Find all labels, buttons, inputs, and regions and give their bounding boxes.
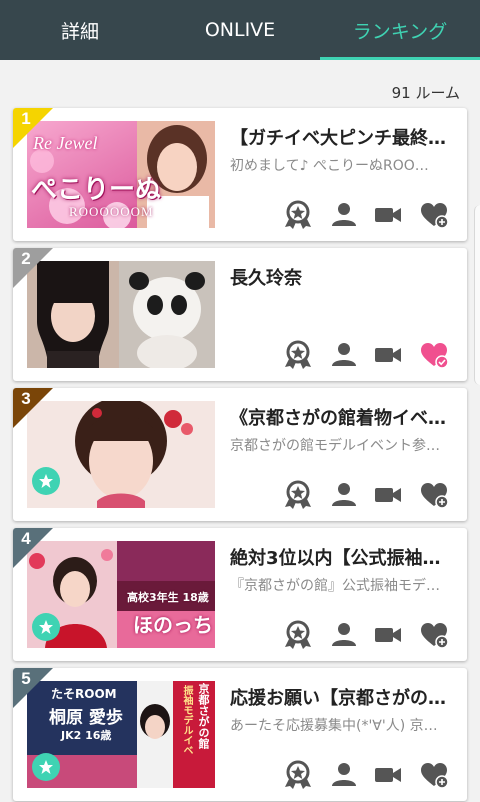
- room-list: Re Jewel ぺこりーぬ ROOOOOOM 1 【ガチイベ大ピンチ最終… 初…: [0, 108, 480, 802]
- room-title[interactable]: 【ガチイベ大ピンチ最終…: [230, 124, 458, 150]
- room-subtitle: 初めまして♪ ぺこりーぬROO…: [230, 158, 429, 174]
- room-subtitle: あーたそ応援募集中(*'∀'人) 京…: [230, 718, 438, 734]
- room-actions: [283, 620, 463, 652]
- tab-bar: 詳細 ONLIVE ランキング: [0, 0, 480, 60]
- room-actions: [283, 340, 463, 372]
- person-icon[interactable]: [329, 620, 359, 650]
- person-icon[interactable]: [329, 760, 359, 790]
- scroll-edge-handle[interactable]: [474, 205, 480, 385]
- favorite-add-icon[interactable]: [419, 480, 449, 510]
- thumb-text-grade: JK2 16歳: [61, 729, 112, 742]
- room-thumbnail[interactable]: 高校3年生 18歳 ほのっち: [27, 541, 215, 648]
- ranking-medal-icon[interactable]: [283, 200, 313, 230]
- room-subtitle: 『京都さがの館』公式振袖モデ…: [230, 578, 440, 594]
- thumb-text-name: 桐原 愛歩: [49, 708, 123, 728]
- room-actions: [283, 480, 463, 512]
- ranking-medal-icon[interactable]: [283, 340, 313, 370]
- room-card[interactable]: 2 長久玲奈: [13, 248, 467, 381]
- thumb-text-room: たそROOM: [51, 687, 117, 701]
- room-card[interactable]: 3 《京都さがの館着物イベ… 京都さがの館モデルイベント参…: [13, 388, 467, 521]
- room-actions: [283, 760, 463, 792]
- video-camera-icon[interactable]: [373, 760, 403, 790]
- room-card[interactable]: Re Jewel ぺこりーぬ ROOOOOOM 1 【ガチイベ大ピンチ最終… 初…: [13, 108, 467, 241]
- star-icon: [39, 620, 53, 634]
- favorite-add-icon[interactable]: [419, 200, 449, 230]
- room-title[interactable]: 《京都さがの館着物イベ…: [230, 404, 458, 430]
- favorited-heart-icon[interactable]: [419, 340, 449, 370]
- person-icon[interactable]: [329, 340, 359, 370]
- ranking-medal-icon[interactable]: [283, 620, 313, 650]
- room-actions: [283, 200, 463, 232]
- person-icon[interactable]: [329, 200, 359, 230]
- star-icon: [39, 474, 53, 488]
- room-thumbnail[interactable]: [27, 401, 215, 508]
- favorite-add-icon[interactable]: [419, 760, 449, 790]
- fan-room-badge: [32, 753, 60, 781]
- room-card[interactable]: たそROOM 桐原 愛歩 JK2 16歳 京都さがの館 振袖モデルイベ 5 応援…: [13, 668, 467, 801]
- room-title[interactable]: 長久玲奈: [230, 264, 458, 290]
- room-thumbnail[interactable]: たそROOM 桐原 愛歩 JK2 16歳 京都さがの館 振袖モデルイベ: [27, 681, 215, 788]
- rank-badge: [13, 528, 53, 568]
- rank-badge: [13, 248, 53, 288]
- tab-ranking[interactable]: ランキング: [320, 0, 480, 60]
- thumb-text-vertical-2: 振袖モデルイベ: [181, 685, 192, 755]
- star-icon: [39, 760, 53, 774]
- favorite-add-icon[interactable]: [419, 620, 449, 650]
- room-thumbnail[interactable]: Re Jewel ぺこりーぬ ROOOOOOM: [27, 121, 215, 228]
- ranking-medal-icon[interactable]: [283, 480, 313, 510]
- tab-onlive[interactable]: ONLIVE: [160, 0, 320, 60]
- thumb-text-room: ROOOOOOM: [69, 204, 154, 219]
- video-camera-icon[interactable]: [373, 340, 403, 370]
- tab-details[interactable]: 詳細: [0, 0, 160, 60]
- room-thumbnail[interactable]: [27, 261, 215, 368]
- video-camera-icon[interactable]: [373, 200, 403, 230]
- thumb-text-name: ぺこりーぬ: [31, 175, 162, 205]
- room-title[interactable]: 応援お願い【京都さがの…: [230, 684, 458, 710]
- rank-badge: [13, 668, 53, 708]
- fan-room-badge: [32, 467, 60, 495]
- video-camera-icon[interactable]: [373, 620, 403, 650]
- thumb-text-vertical-1: 京都さがの館: [197, 683, 210, 749]
- thumb-text-age: 高校3年生 18歳: [127, 591, 209, 604]
- rank-badge: [13, 108, 53, 148]
- room-subtitle: 京都さがの館モデルイベント参…: [230, 438, 440, 454]
- room-count: 91 ルーム: [391, 84, 460, 102]
- room-title[interactable]: 絶対3位以内【公式振袖…: [230, 544, 458, 570]
- rank-badge: [13, 388, 53, 428]
- fan-room-badge: [32, 613, 60, 641]
- ranking-medal-icon[interactable]: [283, 760, 313, 790]
- room-card[interactable]: 高校3年生 18歳 ほのっち 4 絶対3位以内【公式振袖… 『京都さがの館』公式…: [13, 528, 467, 661]
- thumb-text-nickname: ほのっち: [133, 613, 213, 637]
- person-icon[interactable]: [329, 480, 359, 510]
- video-camera-icon[interactable]: [373, 480, 403, 510]
